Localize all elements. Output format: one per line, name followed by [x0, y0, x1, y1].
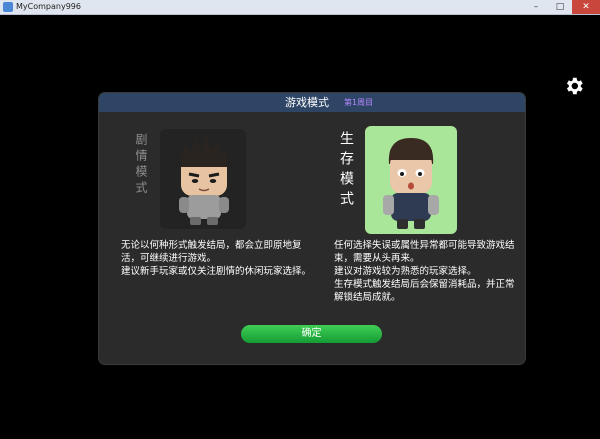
playthrough-count: 第1周目 [344, 98, 374, 107]
close-button[interactable]: ✕ [572, 0, 600, 14]
story-mode-option[interactable] [160, 129, 246, 229]
survival-character-portrait [383, 138, 439, 229]
dialog-header: 游戏模式 第1周目 [99, 93, 525, 112]
survival-mode-description: 任何选择失误或属性异常都可能导致游戏结束，需要从头再来。 建议对游戏较为熟悉的玩… [334, 240, 515, 303]
gear-icon[interactable] [563, 75, 585, 97]
app-icon [3, 2, 13, 12]
window-title: MyCompany996 [16, 2, 81, 11]
survival-mode-option[interactable] [365, 126, 457, 234]
confirm-button[interactable]: 确定 [241, 325, 382, 343]
story-mode-description: 无论以何种形式触发结局，都会立即原地复活，可继续进行游戏。 建议新手玩家或仅关注… [121, 240, 312, 277]
game-mode-dialog: 游戏模式 第1周目 剧情模式 生存模式 无论以何种形式触发结局，都会立即原地复活… [99, 93, 525, 364]
game-viewport: 游戏模式 第1周目 剧情模式 生存模式 无论以何种形式触发结局，都会立即原地复活… [0, 15, 600, 439]
dialog-title: 游戏模式 [285, 96, 329, 109]
maximize-button[interactable]: □ [548, 0, 572, 14]
minimize-button[interactable]: – [524, 0, 548, 14]
story-character-portrait [179, 137, 229, 225]
window-titlebar[interactable]: MyCompany996 – □ ✕ [0, 0, 600, 15]
story-mode-label[interactable]: 剧情模式 [134, 133, 150, 197]
survival-mode-label[interactable]: 生存模式 [338, 131, 356, 211]
